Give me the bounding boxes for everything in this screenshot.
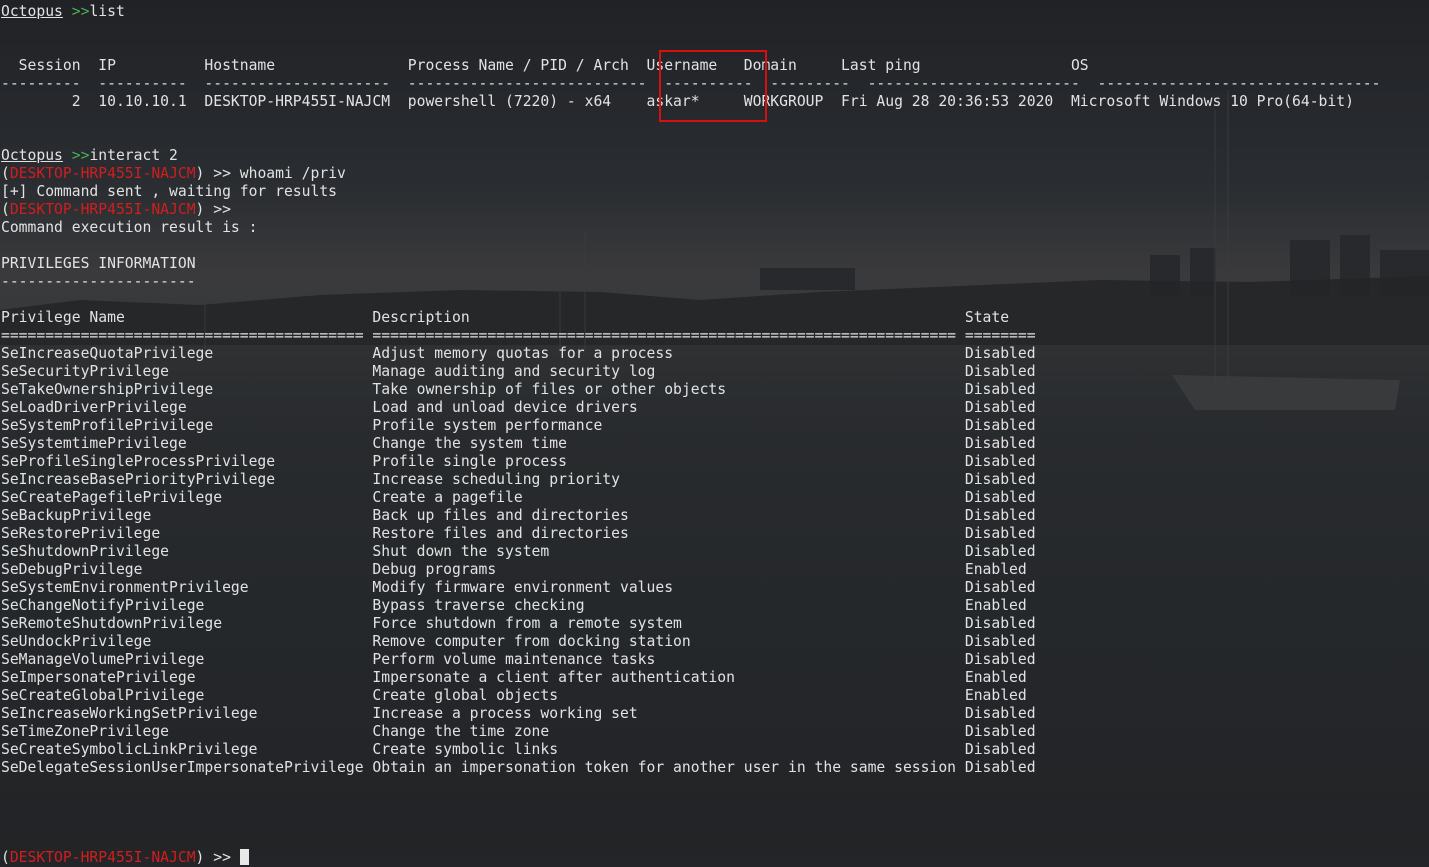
privilege-row: SeCreateGlobalPrivilege Create global ob… <box>1 687 1027 704</box>
privilege-row: SeIncreaseQuotaPrivilege Adjust memory q… <box>1 345 1036 362</box>
prompt-line: Octopus >>list <box>1 3 1380 21</box>
prompt-app: Octopus <box>1 3 63 20</box>
privilege-row: SeChangeNotifyPrivilege Bypass traverse … <box>1 597 1027 614</box>
username-highlight-box <box>659 50 767 122</box>
privilege-row: SeDebugPrivilege Debug programs Enabled <box>1 561 1027 578</box>
agent-arrows: >> <box>213 849 231 866</box>
text-cursor[interactable] <box>239 849 249 865</box>
agent-prompt-line[interactable]: (DESKTOP-HRP455I-NAJCM) >> <box>1 849 1380 867</box>
prompt-line: Octopus >>interact 2 <box>1 147 1380 165</box>
privilege-row: SeLoadDriverPrivilege Load and unload de… <box>1 399 1036 416</box>
prompt-arrows: >> <box>71 3 90 20</box>
agent-arrows: >> <box>213 201 231 218</box>
privilege-row: SeProfileSingleProcessPrivilege Profile … <box>1 453 1036 470</box>
result-message: Command execution result is : <box>1 219 258 236</box>
privilege-row: SeIncreaseWorkingSetPrivilege Increase a… <box>1 705 1036 722</box>
privilege-row: SeBackupPrivilege Back up files and dire… <box>1 507 1036 524</box>
privilege-row: SeDelegateSessionUserImpersonatePrivileg… <box>1 759 1036 776</box>
prompt-app: Octopus <box>1 147 63 164</box>
privilege-row: SeTimeZonePrivilege Change the time zone… <box>1 723 1036 740</box>
privilege-row: SeCreatePagefilePrivilege Create a pagef… <box>1 489 1036 506</box>
privileges-column-header: Privilege Name Description State <box>1 309 1010 326</box>
agent-prompt-line: (DESKTOP-HRP455I-NAJCM) >> whoami /priv <box>1 165 346 182</box>
privilege-row: SeSecurityPrivilege Manage auditing and … <box>1 363 1036 380</box>
privilege-row: SeSystemEnvironmentPrivilege Modify firm… <box>1 579 1036 596</box>
privilege-row: SeUndockPrivilege Remove computer from d… <box>1 633 1036 650</box>
privilege-row: SeShutdownPrivilege Shut down the system… <box>1 543 1036 560</box>
privilege-row: SeIncreaseBasePriorityPrivilege Increase… <box>1 471 1036 488</box>
privilege-row: SeTakeOwnershipPrivilege Take ownership … <box>1 381 1036 398</box>
agent-hostname: DESKTOP-HRP455I-NAJCM <box>9 201 196 218</box>
privilege-row: SeCreateSymbolicLinkPrivilege Create sym… <box>1 741 1036 758</box>
command-text: whoami /priv <box>239 165 346 182</box>
agent-arrows: >> <box>213 165 231 182</box>
agent-hostname: DESKTOP-HRP455I-NAJCM <box>9 165 196 182</box>
command-sent-message: [+] Command sent , waiting for results <box>1 183 338 200</box>
agent-prompt-line: (DESKTOP-HRP455I-NAJCM) >> <box>1 201 231 218</box>
privilege-row: SeRestorePrivilege Restore files and dir… <box>1 525 1036 542</box>
terminal-output: Octopus >>list Session IP Hostname Proce… <box>1 3 1380 867</box>
command-text: list <box>89 3 125 20</box>
privileges-heading: PRIVILEGES INFORMATION <box>1 255 196 272</box>
privilege-row: SeSystemtimePrivilege Change the system … <box>1 435 1036 452</box>
privilege-row: SeRemoteShutdownPrivilege Force shutdown… <box>1 615 1036 632</box>
privileges-rule: ========================================… <box>1 327 1036 344</box>
privileges-heading-rule: ---------------------- <box>1 273 196 290</box>
privilege-row: SeManageVolumePrivilege Perform volume m… <box>1 651 1036 668</box>
agent-hostname: DESKTOP-HRP455I-NAJCM <box>9 849 196 866</box>
privilege-row: SeImpersonatePrivilege Impersonate a cli… <box>1 669 1027 686</box>
privilege-row: SeSystemProfilePrivilege Profile system … <box>1 417 1036 434</box>
prompt-arrows: >> <box>71 147 90 164</box>
command-text: interact 2 <box>89 147 178 164</box>
